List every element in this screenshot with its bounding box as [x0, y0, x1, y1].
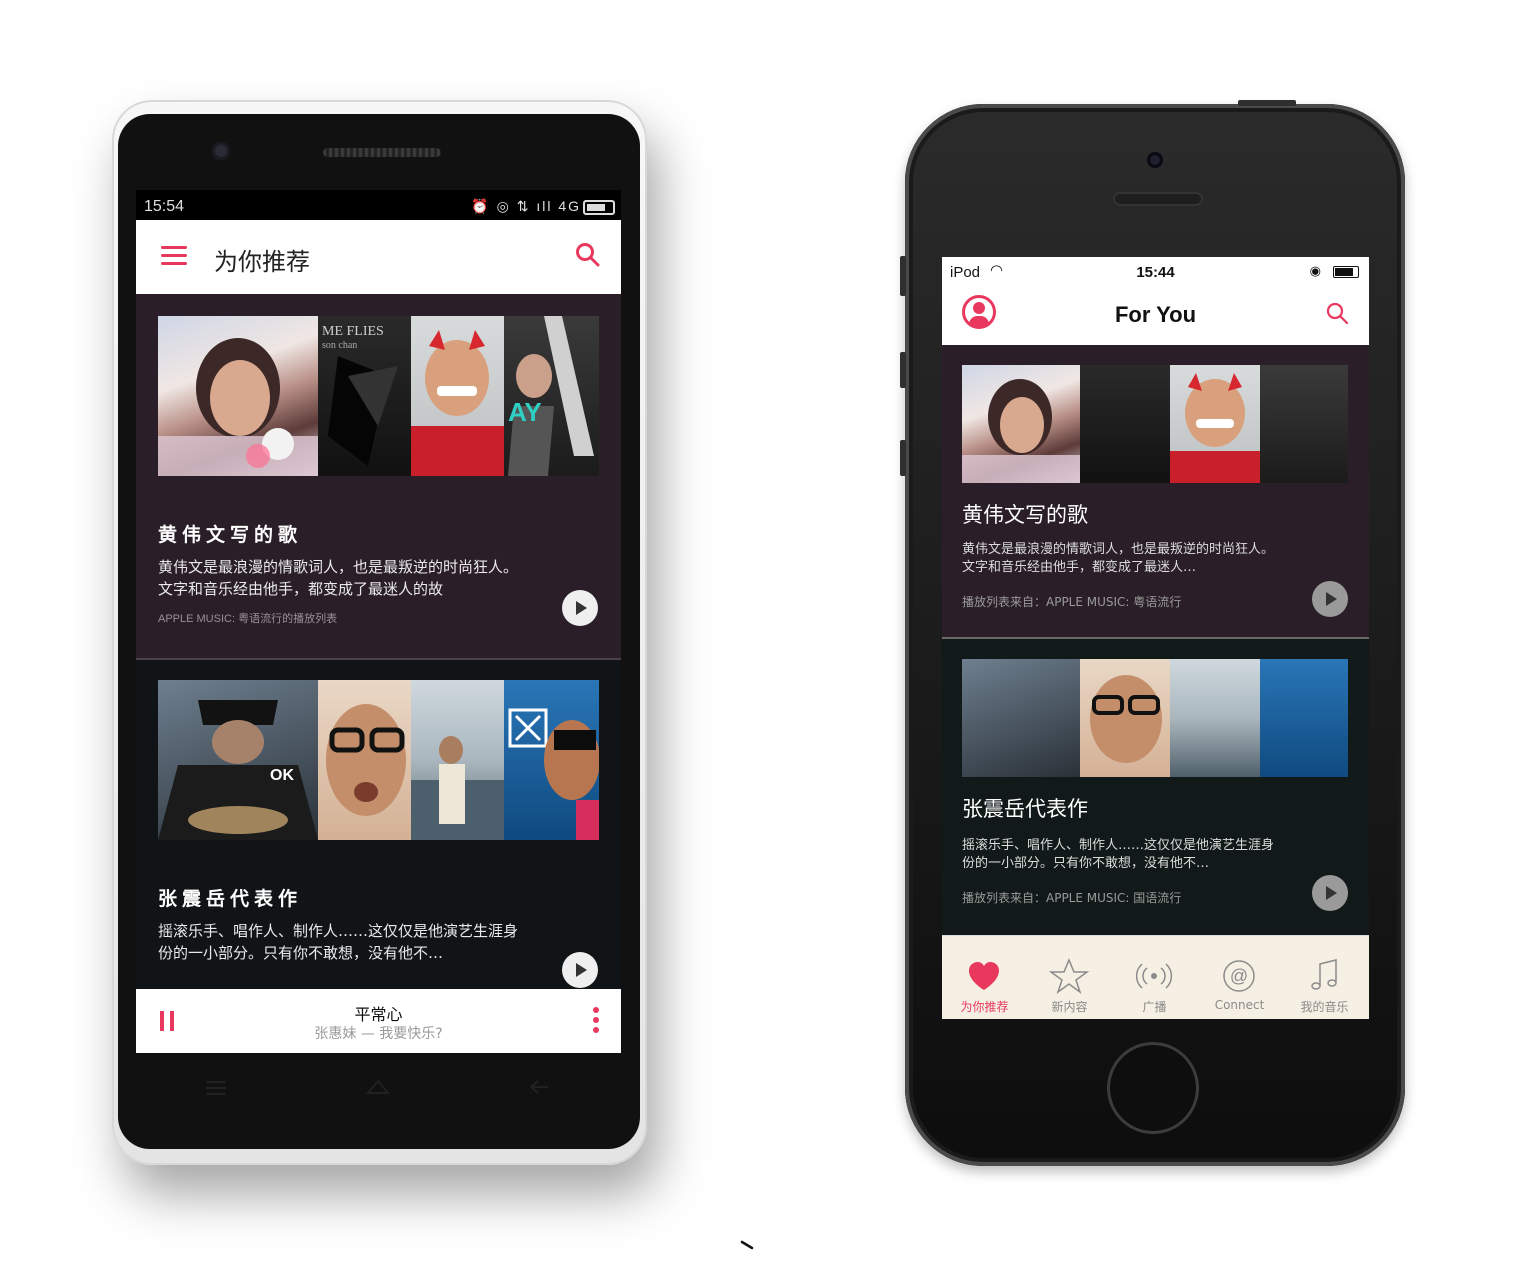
home-key-icon[interactable] — [365, 1079, 391, 1094]
volume-down-button — [900, 440, 906, 476]
now-playing-artist: 张惠妹 — 我要快乐? — [314, 1026, 443, 1042]
iphone-screen: iPod ◠ 15:44 ◉ For You 黄伟文写的歌 黄伟文是最浪漫的情歌… — [942, 257, 1369, 1019]
star-icon — [1048, 958, 1090, 994]
playlist-cover-collage: OK — [158, 680, 599, 840]
music-note-icon — [1311, 959, 1337, 990]
tab-radio[interactable]: 广播 — [1112, 936, 1197, 1019]
at-icon: @ — [1223, 960, 1255, 992]
now-playing-title: 平常心 — [354, 1005, 403, 1024]
playlist-source: 播放列表来自：APPLE MUSIC: 粤语流行 — [962, 595, 1182, 609]
album-cover: AY — [504, 316, 599, 476]
tab-label: 为你推荐 — [960, 1000, 1009, 1014]
tab-label: 新内容 — [1051, 1000, 1088, 1014]
tab-label: 我的音乐 — [1300, 1000, 1349, 1014]
rotation-lock-icon: ◉ — [1309, 263, 1321, 278]
tab-new[interactable]: 新内容 — [1027, 936, 1112, 1019]
album-cover — [962, 659, 1080, 777]
volume-up-button — [900, 352, 906, 388]
tab-label: 广播 — [1142, 1000, 1167, 1014]
mini-player[interactable]: 平常心 张惠妹 — 我要快乐? — [136, 989, 621, 1053]
page-title: 为你推荐 — [214, 248, 310, 276]
svg-text:@: @ — [1230, 966, 1248, 986]
earpiece-speaker — [323, 148, 441, 157]
android-nav-bar — [206, 1079, 548, 1095]
front-camera — [212, 142, 230, 160]
album-cover — [504, 680, 599, 840]
status-bar: iPod ◠ 15:44 ◉ — [942, 257, 1369, 287]
album-cover — [1260, 365, 1348, 483]
album-cover — [1080, 365, 1170, 483]
album-cover — [318, 680, 411, 840]
navigation-bar: For You — [942, 287, 1369, 346]
back-key-icon[interactable] — [530, 1080, 548, 1094]
album-cover — [962, 365, 1080, 483]
album-cover: ME FLIES son chan — [318, 316, 411, 476]
playlist-description: 摇滚乐手、唱作人、制作人……这仅仅是他演艺生涯身份的一小部分。只有你不敢想，没有… — [158, 922, 519, 962]
playlist-title: 黄伟文写的歌 — [962, 503, 1088, 527]
playlist-source: 播放列表来自：APPLE MUSIC: 国语流行 — [962, 891, 1182, 905]
album-cover — [1170, 365, 1260, 483]
status-bar: 15:54 ⏰ ◎ ⇅ ıll 4G — [136, 190, 621, 220]
playlist-cover-collage — [962, 659, 1348, 777]
play-button[interactable] — [1312, 875, 1348, 911]
playlist-title: 黄伟文写的歌 — [158, 524, 303, 546]
earpiece-speaker — [1113, 192, 1203, 206]
power-button — [1238, 100, 1296, 106]
status-time: 15:44 — [1136, 264, 1175, 281]
playlist-description: 黄伟文是最浪漫的情歌词人，也是最叛逆的时尚狂人。文字和音乐经由他手，都变成了最迷… — [158, 558, 519, 598]
search-icon[interactable] — [1325, 301, 1349, 325]
tab-label: Connect — [1214, 998, 1265, 1012]
album-cover — [158, 316, 318, 476]
album-cover — [1170, 659, 1260, 777]
home-button[interactable] — [1107, 1042, 1199, 1134]
search-icon[interactable] — [575, 242, 601, 268]
playlist-card[interactable]: OK 张震岳代表作 摇滚乐手、唱作人、制作人……这仅仅是他演艺生涯身份的一小部分… — [136, 660, 621, 990]
cover-text: OK — [270, 767, 294, 784]
hamburger-menu-icon[interactable] — [161, 246, 187, 266]
play-button[interactable] — [1312, 581, 1348, 617]
tab-my-music[interactable]: 我的音乐 — [1282, 936, 1367, 1019]
app-bar: 为你推荐 — [136, 220, 621, 294]
playlist-title: 张震岳代表作 — [962, 797, 1088, 821]
playlist-description: 摇滚乐手、唱作人、制作人……这仅仅是他演艺生涯身份的一小部分。只有你不敢想，没有… — [962, 838, 1275, 871]
tab-bar: 为你推荐 新内容 广播 @ Connect 我的音乐 — [942, 935, 1369, 1019]
playlist-source: APPLE MUSIC: 粤语流行的播放列表 — [158, 613, 338, 625]
playlist-card[interactable]: ME FLIES son chan AY 黄伟文写的歌 黄伟文是最浪漫的情歌词人… — [136, 294, 621, 658]
album-cover — [411, 680, 504, 840]
playlist-cover-collage — [962, 365, 1348, 483]
playlist-cover-collage: ME FLIES son chan AY — [158, 316, 599, 476]
album-cover — [1080, 659, 1170, 777]
play-button[interactable] — [562, 952, 598, 988]
menu-key-icon[interactable] — [206, 1081, 226, 1095]
heart-icon — [969, 962, 999, 990]
tab-for-you[interactable]: 为你推荐 — [942, 936, 1027, 1019]
svg-text:AY: AY — [508, 397, 542, 427]
front-camera — [1147, 152, 1163, 168]
stray-mark — [740, 1240, 754, 1250]
network-type: 4G — [558, 198, 581, 214]
tab-connect[interactable]: @ Connect — [1197, 936, 1282, 1019]
playlist-card[interactable]: 黄伟文写的歌 黄伟文是最浪漫的情歌词人，也是最叛逆的时尚狂人。文字和音乐经由他手… — [942, 345, 1369, 637]
battery-icon — [583, 200, 615, 215]
more-vert-icon[interactable] — [593, 1007, 599, 1033]
page-title: For You — [1114, 302, 1197, 327]
status-icons: ⏰ ◎ ⇅ ıll 4G — [471, 198, 581, 214]
radio-icon — [1135, 963, 1173, 989]
battery-icon — [1333, 266, 1359, 278]
playlist-card[interactable]: 张震岳代表作 摇滚乐手、唱作人、制作人……这仅仅是他演艺生涯身份的一小部分。只有… — [942, 639, 1369, 935]
android-screen: 15:54 ⏰ ◎ ⇅ ıll 4G 为你推荐 ME FLIES son cha… — [136, 190, 621, 1053]
mute-switch — [900, 256, 906, 296]
album-cover: OK — [158, 680, 318, 840]
status-time: 15:54 — [144, 198, 185, 215]
album-cover — [411, 316, 504, 476]
album-cover — [1260, 659, 1348, 777]
play-button[interactable] — [562, 590, 598, 626]
playlist-title: 张震岳代表作 — [158, 888, 303, 910]
playlist-description: 黄伟文是最浪漫的情歌词人，也是最叛逆的时尚狂人。文字和音乐经由他手，都变成了最迷… — [962, 542, 1275, 575]
